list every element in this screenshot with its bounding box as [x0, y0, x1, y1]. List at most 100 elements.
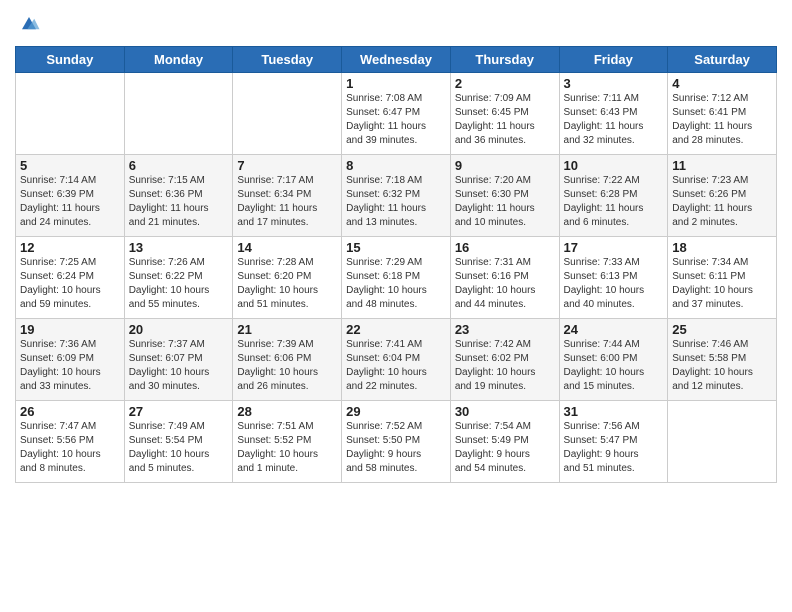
calendar-cell: 22Sunrise: 7:41 AM Sunset: 6:04 PM Dayli…: [342, 319, 451, 401]
day-number: 6: [129, 158, 229, 173]
calendar-cell: 16Sunrise: 7:31 AM Sunset: 6:16 PM Dayli…: [450, 237, 559, 319]
calendar-cell: 1Sunrise: 7:08 AM Sunset: 6:47 PM Daylig…: [342, 73, 451, 155]
day-info: Sunrise: 7:28 AM Sunset: 6:20 PM Dayligh…: [237, 256, 337, 312]
weekday-header: Wednesday: [342, 47, 451, 73]
day-number: 9: [455, 158, 555, 173]
calendar-cell: 5Sunrise: 7:14 AM Sunset: 6:39 PM Daylig…: [16, 155, 125, 237]
calendar-cell: 25Sunrise: 7:46 AM Sunset: 5:58 PM Dayli…: [668, 319, 777, 401]
calendar-cell: 30Sunrise: 7:54 AM Sunset: 5:49 PM Dayli…: [450, 401, 559, 483]
day-number: 5: [20, 158, 120, 173]
weekday-header: Tuesday: [233, 47, 342, 73]
calendar-cell: [124, 73, 233, 155]
calendar-cell: 7Sunrise: 7:17 AM Sunset: 6:34 PM Daylig…: [233, 155, 342, 237]
calendar-week-row: 26Sunrise: 7:47 AM Sunset: 5:56 PM Dayli…: [16, 401, 777, 483]
day-info: Sunrise: 7:44 AM Sunset: 6:00 PM Dayligh…: [564, 338, 664, 394]
calendar-cell: 11Sunrise: 7:23 AM Sunset: 6:26 PM Dayli…: [668, 155, 777, 237]
day-number: 22: [346, 322, 446, 337]
calendar-cell: 26Sunrise: 7:47 AM Sunset: 5:56 PM Dayli…: [16, 401, 125, 483]
calendar-cell: 4Sunrise: 7:12 AM Sunset: 6:41 PM Daylig…: [668, 73, 777, 155]
day-number: 19: [20, 322, 120, 337]
day-info: Sunrise: 7:26 AM Sunset: 6:22 PM Dayligh…: [129, 256, 229, 312]
calendar-cell: 18Sunrise: 7:34 AM Sunset: 6:11 PM Dayli…: [668, 237, 777, 319]
day-info: Sunrise: 7:12 AM Sunset: 6:41 PM Dayligh…: [672, 92, 772, 148]
calendar-cell: 29Sunrise: 7:52 AM Sunset: 5:50 PM Dayli…: [342, 401, 451, 483]
day-number: 31: [564, 404, 664, 419]
calendar-cell: 20Sunrise: 7:37 AM Sunset: 6:07 PM Dayli…: [124, 319, 233, 401]
day-info: Sunrise: 7:18 AM Sunset: 6:32 PM Dayligh…: [346, 174, 446, 230]
day-number: 12: [20, 240, 120, 255]
day-info: Sunrise: 7:54 AM Sunset: 5:49 PM Dayligh…: [455, 420, 555, 476]
calendar-cell: 31Sunrise: 7:56 AM Sunset: 5:47 PM Dayli…: [559, 401, 668, 483]
calendar-cell: 3Sunrise: 7:11 AM Sunset: 6:43 PM Daylig…: [559, 73, 668, 155]
calendar-week-row: 5Sunrise: 7:14 AM Sunset: 6:39 PM Daylig…: [16, 155, 777, 237]
day-info: Sunrise: 7:33 AM Sunset: 6:13 PM Dayligh…: [564, 256, 664, 312]
day-info: Sunrise: 7:52 AM Sunset: 5:50 PM Dayligh…: [346, 420, 446, 476]
day-info: Sunrise: 7:46 AM Sunset: 5:58 PM Dayligh…: [672, 338, 772, 394]
calendar: SundayMondayTuesdayWednesdayThursdayFrid…: [15, 46, 777, 483]
day-info: Sunrise: 7:23 AM Sunset: 6:26 PM Dayligh…: [672, 174, 772, 230]
day-number: 2: [455, 76, 555, 91]
calendar-cell: 28Sunrise: 7:51 AM Sunset: 5:52 PM Dayli…: [233, 401, 342, 483]
calendar-cell: 10Sunrise: 7:22 AM Sunset: 6:28 PM Dayli…: [559, 155, 668, 237]
calendar-week-row: 19Sunrise: 7:36 AM Sunset: 6:09 PM Dayli…: [16, 319, 777, 401]
calendar-cell: 12Sunrise: 7:25 AM Sunset: 6:24 PM Dayli…: [16, 237, 125, 319]
day-number: 26: [20, 404, 120, 419]
logo: [15, 10, 47, 38]
calendar-cell: 6Sunrise: 7:15 AM Sunset: 6:36 PM Daylig…: [124, 155, 233, 237]
day-number: 21: [237, 322, 337, 337]
calendar-week-row: 12Sunrise: 7:25 AM Sunset: 6:24 PM Dayli…: [16, 237, 777, 319]
calendar-cell: [16, 73, 125, 155]
day-info: Sunrise: 7:15 AM Sunset: 6:36 PM Dayligh…: [129, 174, 229, 230]
logo-icon: [15, 10, 43, 38]
calendar-cell: 23Sunrise: 7:42 AM Sunset: 6:02 PM Dayli…: [450, 319, 559, 401]
day-info: Sunrise: 7:56 AM Sunset: 5:47 PM Dayligh…: [564, 420, 664, 476]
day-info: Sunrise: 7:20 AM Sunset: 6:30 PM Dayligh…: [455, 174, 555, 230]
calendar-cell: 17Sunrise: 7:33 AM Sunset: 6:13 PM Dayli…: [559, 237, 668, 319]
calendar-cell: 13Sunrise: 7:26 AM Sunset: 6:22 PM Dayli…: [124, 237, 233, 319]
day-number: 11: [672, 158, 772, 173]
day-number: 23: [455, 322, 555, 337]
calendar-cell: 9Sunrise: 7:20 AM Sunset: 6:30 PM Daylig…: [450, 155, 559, 237]
weekday-header: Monday: [124, 47, 233, 73]
calendar-cell: [233, 73, 342, 155]
weekday-header-row: SundayMondayTuesdayWednesdayThursdayFrid…: [16, 47, 777, 73]
day-number: 13: [129, 240, 229, 255]
day-info: Sunrise: 7:14 AM Sunset: 6:39 PM Dayligh…: [20, 174, 120, 230]
calendar-cell: 19Sunrise: 7:36 AM Sunset: 6:09 PM Dayli…: [16, 319, 125, 401]
day-info: Sunrise: 7:34 AM Sunset: 6:11 PM Dayligh…: [672, 256, 772, 312]
calendar-cell: 21Sunrise: 7:39 AM Sunset: 6:06 PM Dayli…: [233, 319, 342, 401]
day-number: 10: [564, 158, 664, 173]
day-number: 24: [564, 322, 664, 337]
day-number: 25: [672, 322, 772, 337]
day-info: Sunrise: 7:49 AM Sunset: 5:54 PM Dayligh…: [129, 420, 229, 476]
day-info: Sunrise: 7:22 AM Sunset: 6:28 PM Dayligh…: [564, 174, 664, 230]
calendar-week-row: 1Sunrise: 7:08 AM Sunset: 6:47 PM Daylig…: [16, 73, 777, 155]
main-container: SundayMondayTuesdayWednesdayThursdayFrid…: [0, 0, 792, 493]
day-info: Sunrise: 7:51 AM Sunset: 5:52 PM Dayligh…: [237, 420, 337, 476]
day-info: Sunrise: 7:42 AM Sunset: 6:02 PM Dayligh…: [455, 338, 555, 394]
day-number: 28: [237, 404, 337, 419]
weekday-header: Friday: [559, 47, 668, 73]
day-info: Sunrise: 7:25 AM Sunset: 6:24 PM Dayligh…: [20, 256, 120, 312]
calendar-cell: 14Sunrise: 7:28 AM Sunset: 6:20 PM Dayli…: [233, 237, 342, 319]
calendar-cell: 2Sunrise: 7:09 AM Sunset: 6:45 PM Daylig…: [450, 73, 559, 155]
day-number: 29: [346, 404, 446, 419]
weekday-header: Sunday: [16, 47, 125, 73]
day-number: 20: [129, 322, 229, 337]
day-number: 30: [455, 404, 555, 419]
day-number: 18: [672, 240, 772, 255]
day-number: 7: [237, 158, 337, 173]
day-number: 14: [237, 240, 337, 255]
calendar-cell: 24Sunrise: 7:44 AM Sunset: 6:00 PM Dayli…: [559, 319, 668, 401]
day-info: Sunrise: 7:09 AM Sunset: 6:45 PM Dayligh…: [455, 92, 555, 148]
day-info: Sunrise: 7:37 AM Sunset: 6:07 PM Dayligh…: [129, 338, 229, 394]
day-info: Sunrise: 7:39 AM Sunset: 6:06 PM Dayligh…: [237, 338, 337, 394]
day-number: 1: [346, 76, 446, 91]
calendar-cell: 15Sunrise: 7:29 AM Sunset: 6:18 PM Dayli…: [342, 237, 451, 319]
day-info: Sunrise: 7:41 AM Sunset: 6:04 PM Dayligh…: [346, 338, 446, 394]
calendar-cell: 27Sunrise: 7:49 AM Sunset: 5:54 PM Dayli…: [124, 401, 233, 483]
day-info: Sunrise: 7:31 AM Sunset: 6:16 PM Dayligh…: [455, 256, 555, 312]
day-info: Sunrise: 7:47 AM Sunset: 5:56 PM Dayligh…: [20, 420, 120, 476]
day-number: 27: [129, 404, 229, 419]
weekday-header: Thursday: [450, 47, 559, 73]
